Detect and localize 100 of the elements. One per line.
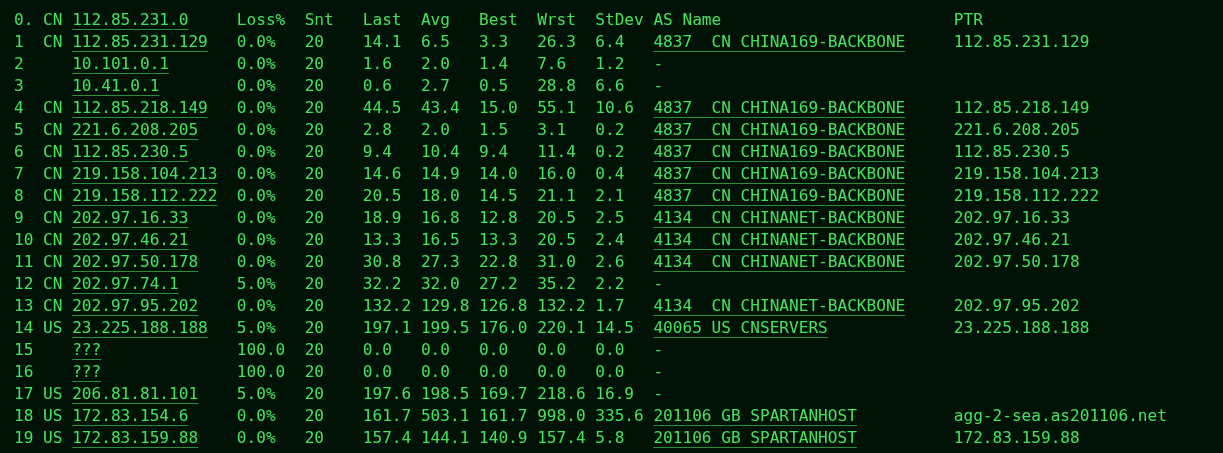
loss-value: 5.0% bbox=[236, 317, 276, 339]
hop-number: 18 bbox=[14, 405, 34, 427]
stdev-value: 2.6 bbox=[595, 251, 625, 273]
best-value: 27.2 bbox=[479, 273, 518, 295]
hop-number: 7 bbox=[14, 163, 24, 185]
worst-value: 55.1 bbox=[537, 97, 576, 119]
as-name: 4134 CN CHINANET-BACKBONE bbox=[653, 295, 906, 317]
ptr-hostname: 23.225.188.188 bbox=[953, 317, 1090, 339]
country-code: CN bbox=[43, 31, 63, 53]
ip-address: 221.6.208.205 bbox=[72, 119, 199, 141]
loss-value: 0.0% bbox=[236, 251, 276, 273]
hop-number: 5 bbox=[14, 119, 24, 141]
worst-value: 26.3 bbox=[537, 31, 576, 53]
loss-value: 0.0% bbox=[236, 229, 276, 251]
last-value: 197.1 bbox=[362, 317, 412, 339]
as-name: - bbox=[653, 339, 664, 361]
avg-value: 2.7 bbox=[420, 75, 450, 97]
hop-number: 0. bbox=[14, 9, 34, 31]
as-name: 4837 CN CHINA169-BACKBONE bbox=[653, 97, 906, 119]
ip-address: 10.41.0.1 bbox=[72, 75, 160, 97]
loss-value: 100.0 bbox=[236, 361, 286, 383]
stdev-value: 0.0 bbox=[595, 361, 625, 383]
worst-value: 35.2 bbox=[537, 273, 576, 295]
avg-value: 14.9 bbox=[420, 163, 460, 185]
as-name: 4837 CN CHINA169-BACKBONE bbox=[653, 163, 906, 185]
best-value: 14.5 bbox=[479, 185, 518, 207]
hop-number: 14 bbox=[14, 317, 34, 339]
last-value: 2.8 bbox=[362, 119, 392, 141]
best-value: 15.0 bbox=[479, 97, 518, 119]
stdev-value: 0.4 bbox=[595, 163, 625, 185]
hop-number: 11 bbox=[14, 251, 34, 273]
as-name: 4837 CN CHINA169-BACKBONE bbox=[653, 185, 906, 207]
loss-value: 5.0% bbox=[236, 273, 276, 295]
ptr-hostname: 202.97.50.178 bbox=[953, 251, 1080, 273]
as-name: 4837 CN CHINA169-BACKBONE bbox=[653, 119, 906, 141]
ip-address: 172.83.159.88 bbox=[72, 427, 199, 449]
avg-value: 27.3 bbox=[420, 251, 460, 273]
stdev-value: 335.6 bbox=[595, 405, 644, 427]
worst-value: 20.5 bbox=[537, 207, 576, 229]
ptr-hostname: 112.85.230.5 bbox=[953, 141, 1071, 163]
ptr-hostname: 112.85.218.149 bbox=[953, 97, 1090, 119]
ptr-hostname: 202.97.95.202 bbox=[953, 295, 1080, 317]
as-name: 4837 CN CHINA169-BACKBONE bbox=[653, 31, 906, 53]
ip-address: 10.101.0.1 bbox=[72, 53, 170, 75]
best-value: 169.7 bbox=[479, 383, 528, 405]
loss-value: 0.0% bbox=[236, 207, 276, 229]
loss-value: 0.0% bbox=[236, 53, 276, 75]
country-code: CN bbox=[43, 295, 63, 317]
country-code: CN bbox=[43, 185, 63, 207]
ip-address: 219.158.112.222 bbox=[72, 185, 218, 207]
country-code: CN bbox=[43, 207, 63, 229]
worst-value: 998.0 bbox=[537, 405, 586, 427]
hop-number: 8 bbox=[14, 185, 24, 207]
ip-address: 202.97.50.178 bbox=[72, 251, 199, 273]
sent-count: 20 bbox=[304, 405, 325, 427]
avg-value: 6.5 bbox=[420, 31, 450, 53]
as-name: - bbox=[653, 53, 664, 75]
avg-value: 503.1 bbox=[420, 405, 470, 427]
hop-number: 1 bbox=[14, 31, 24, 53]
column-header: Snt bbox=[304, 9, 334, 31]
sent-count: 20 bbox=[304, 53, 325, 75]
sent-count: 20 bbox=[304, 317, 325, 339]
ip-address: ??? bbox=[72, 339, 102, 361]
as-name: 4134 CN CHINANET-BACKBONE bbox=[653, 229, 906, 251]
last-value: 13.3 bbox=[362, 229, 402, 251]
hop-number: 13 bbox=[14, 295, 34, 317]
loss-value: 0.0% bbox=[236, 31, 276, 53]
avg-value: 0.0 bbox=[420, 361, 450, 383]
hop-number: 2 bbox=[14, 53, 24, 75]
sent-count: 20 bbox=[304, 185, 325, 207]
loss-value: 0.0% bbox=[236, 405, 276, 427]
as-name: - bbox=[653, 273, 664, 295]
hop-number: 19 bbox=[14, 427, 34, 449]
sent-count: 20 bbox=[304, 207, 325, 229]
as-name: 201106 GB SPARTANHOST bbox=[653, 405, 857, 427]
loss-value: 100.0 bbox=[236, 339, 286, 361]
last-value: 0.0 bbox=[362, 339, 392, 361]
sent-count: 20 bbox=[304, 97, 325, 119]
worst-value: 0.0 bbox=[537, 361, 567, 383]
last-value: 44.5 bbox=[362, 97, 402, 119]
hop-number: 12 bbox=[14, 273, 34, 295]
best-value: 161.7 bbox=[479, 405, 528, 427]
avg-value: 2.0 bbox=[420, 53, 450, 75]
country-code: CN bbox=[43, 273, 63, 295]
ptr-hostname: 172.83.159.88 bbox=[953, 427, 1080, 449]
avg-value: 0.0 bbox=[420, 339, 450, 361]
ip-address: 202.97.95.202 bbox=[72, 295, 199, 317]
column-header: Avg bbox=[420, 9, 450, 31]
hop-number: 6 bbox=[14, 141, 24, 163]
worst-value: 157.4 bbox=[537, 427, 586, 449]
ptr-hostname: 202.97.46.21 bbox=[953, 229, 1071, 251]
worst-value: 31.0 bbox=[537, 251, 576, 273]
stdev-value: 0.2 bbox=[595, 141, 625, 163]
avg-value: 16.8 bbox=[420, 207, 460, 229]
best-value: 13.3 bbox=[479, 229, 518, 251]
country-code: US bbox=[43, 317, 63, 339]
last-value: 14.6 bbox=[362, 163, 402, 185]
as-name: 40065 US CNSERVERS bbox=[653, 317, 828, 339]
loss-value: 5.0% bbox=[236, 383, 276, 405]
column-header: AS Name bbox=[653, 9, 722, 31]
